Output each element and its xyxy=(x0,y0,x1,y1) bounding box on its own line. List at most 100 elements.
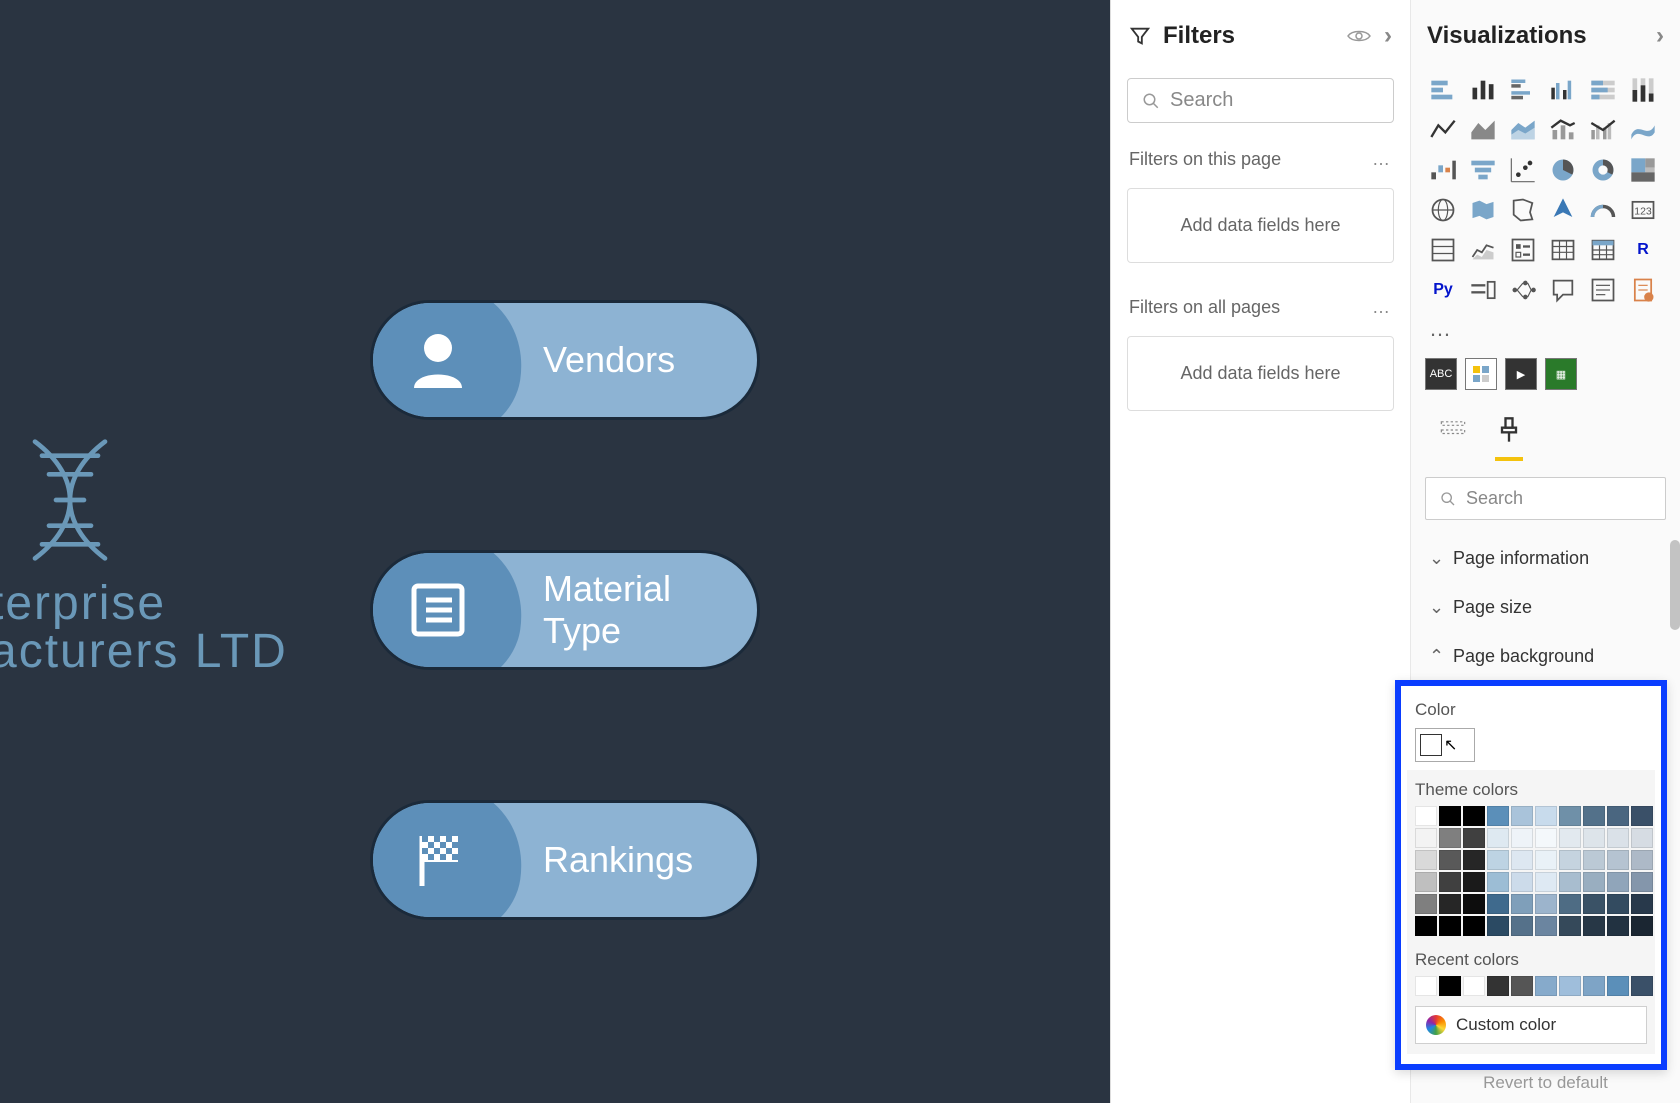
viz-line-clustered[interactable] xyxy=(1585,112,1621,148)
theme-color-swatch[interactable] xyxy=(1487,894,1509,914)
theme-color-swatch[interactable] xyxy=(1487,850,1509,870)
viz-ribbon[interactable] xyxy=(1625,112,1661,148)
viz-stacked-bar[interactable] xyxy=(1425,72,1461,108)
more-icon[interactable]: … xyxy=(1372,297,1392,318)
more-icon[interactable]: … xyxy=(1372,149,1392,170)
theme-color-swatch[interactable] xyxy=(1511,828,1533,848)
extra-visual-1[interactable]: ABC xyxy=(1425,358,1457,390)
theme-color-swatch[interactable] xyxy=(1511,850,1533,870)
viz-pie[interactable] xyxy=(1545,152,1581,188)
theme-color-swatch[interactable] xyxy=(1559,828,1581,848)
viz-line[interactable] xyxy=(1425,112,1461,148)
viz-shape-map[interactable] xyxy=(1505,192,1541,228)
format-search-input[interactable]: Search xyxy=(1425,477,1666,520)
theme-color-swatch[interactable] xyxy=(1631,806,1653,826)
theme-color-swatch[interactable] xyxy=(1583,916,1605,936)
nav-button-material-type[interactable]: Material Type xyxy=(370,550,760,670)
viz-100-stacked-column[interactable] xyxy=(1625,72,1661,108)
theme-color-swatch[interactable] xyxy=(1583,806,1605,826)
viz-multi-card[interactable] xyxy=(1425,232,1461,268)
viz-map[interactable] xyxy=(1425,192,1461,228)
theme-color-swatch[interactable] xyxy=(1607,916,1629,936)
theme-color-swatch[interactable] xyxy=(1631,916,1653,936)
theme-color-swatch[interactable] xyxy=(1415,916,1437,936)
scrollbar-thumb[interactable] xyxy=(1670,540,1680,630)
viz-r-script[interactable]: R xyxy=(1625,232,1661,268)
recent-color-swatch[interactable] xyxy=(1631,976,1653,996)
recent-color-swatch[interactable] xyxy=(1535,976,1557,996)
theme-color-swatch[interactable] xyxy=(1463,850,1485,870)
extra-visual-4[interactable]: ▦ xyxy=(1545,358,1577,390)
theme-color-swatch[interactable] xyxy=(1511,806,1533,826)
viz-narrative[interactable] xyxy=(1585,272,1621,308)
theme-color-swatch[interactable] xyxy=(1463,806,1485,826)
theme-color-swatch[interactable] xyxy=(1631,850,1653,870)
viz-kpi[interactable] xyxy=(1465,232,1501,268)
theme-color-swatch[interactable] xyxy=(1487,872,1509,892)
theme-color-swatch[interactable] xyxy=(1607,828,1629,848)
viz-waterfall[interactable] xyxy=(1425,152,1461,188)
recent-color-swatch[interactable] xyxy=(1415,976,1437,996)
viz-area[interactable] xyxy=(1465,112,1501,148)
viz-stacked-column[interactable] xyxy=(1465,72,1501,108)
theme-color-swatch[interactable] xyxy=(1631,894,1653,914)
theme-color-swatch[interactable] xyxy=(1415,828,1437,848)
theme-color-swatch[interactable] xyxy=(1511,894,1533,914)
theme-color-swatch[interactable] xyxy=(1607,850,1629,870)
viz-table[interactable] xyxy=(1545,232,1581,268)
theme-color-swatch[interactable] xyxy=(1559,872,1581,892)
theme-color-swatch[interactable] xyxy=(1439,828,1461,848)
theme-color-swatch[interactable] xyxy=(1415,806,1437,826)
recent-color-swatch[interactable] xyxy=(1583,976,1605,996)
theme-color-swatch[interactable] xyxy=(1439,872,1461,892)
theme-color-swatch[interactable] xyxy=(1535,872,1557,892)
theme-color-swatch[interactable] xyxy=(1439,894,1461,914)
recent-color-swatch[interactable] xyxy=(1439,976,1461,996)
viz-more-icon[interactable]: … xyxy=(1411,316,1680,354)
viz-python[interactable]: Py xyxy=(1425,272,1461,308)
theme-color-swatch[interactable] xyxy=(1583,894,1605,914)
theme-color-swatch[interactable] xyxy=(1583,850,1605,870)
theme-color-swatch[interactable] xyxy=(1607,806,1629,826)
viz-qa[interactable] xyxy=(1545,272,1581,308)
custom-color-button[interactable]: Custom color xyxy=(1415,1006,1647,1044)
filters-allpages-dropzone[interactable]: Add data fields here xyxy=(1127,336,1394,411)
viz-line-stacked[interactable] xyxy=(1545,112,1581,148)
theme-color-swatch[interactable] xyxy=(1631,828,1653,848)
theme-color-swatch[interactable] xyxy=(1463,828,1485,848)
acc-page-background[interactable]: ⌃ Page background xyxy=(1411,632,1680,681)
filters-search-input[interactable]: Search xyxy=(1127,78,1394,123)
viz-filled-map[interactable] xyxy=(1465,192,1501,228)
eye-icon[interactable] xyxy=(1346,28,1372,44)
viz-slicer[interactable] xyxy=(1505,232,1541,268)
theme-color-swatch[interactable] xyxy=(1559,916,1581,936)
theme-color-swatch[interactable] xyxy=(1463,894,1485,914)
viz-clustered-column[interactable] xyxy=(1545,72,1581,108)
theme-color-swatch[interactable] xyxy=(1439,850,1461,870)
nav-button-rankings[interactable]: Rankings xyxy=(370,800,760,920)
viz-100-stacked-bar[interactable] xyxy=(1585,72,1621,108)
theme-color-swatch[interactable] xyxy=(1607,894,1629,914)
viz-funnel[interactable] xyxy=(1465,152,1501,188)
theme-color-swatch[interactable] xyxy=(1487,806,1509,826)
theme-color-swatch[interactable] xyxy=(1535,828,1557,848)
theme-color-swatch[interactable] xyxy=(1559,850,1581,870)
theme-color-swatch[interactable] xyxy=(1535,894,1557,914)
theme-color-swatch[interactable] xyxy=(1583,828,1605,848)
theme-color-swatch[interactable] xyxy=(1559,806,1581,826)
viz-clustered-bar[interactable] xyxy=(1505,72,1541,108)
recent-color-swatch[interactable] xyxy=(1487,976,1509,996)
acc-page-size[interactable]: ⌄ Page size xyxy=(1411,583,1680,632)
theme-color-swatch[interactable] xyxy=(1511,872,1533,892)
theme-color-swatch[interactable] xyxy=(1463,916,1485,936)
chevron-right-icon[interactable]: › xyxy=(1656,22,1664,50)
viz-stacked-area[interactable] xyxy=(1505,112,1541,148)
recent-color-swatch[interactable] xyxy=(1511,976,1533,996)
viz-card[interactable]: 123 xyxy=(1625,192,1661,228)
theme-color-swatch[interactable] xyxy=(1415,872,1437,892)
viz-gauge[interactable] xyxy=(1585,192,1621,228)
theme-color-swatch[interactable] xyxy=(1439,916,1461,936)
theme-color-swatch[interactable] xyxy=(1535,850,1557,870)
acc-page-information[interactable]: ⌄ Page information xyxy=(1411,534,1680,583)
theme-color-swatch[interactable] xyxy=(1631,872,1653,892)
